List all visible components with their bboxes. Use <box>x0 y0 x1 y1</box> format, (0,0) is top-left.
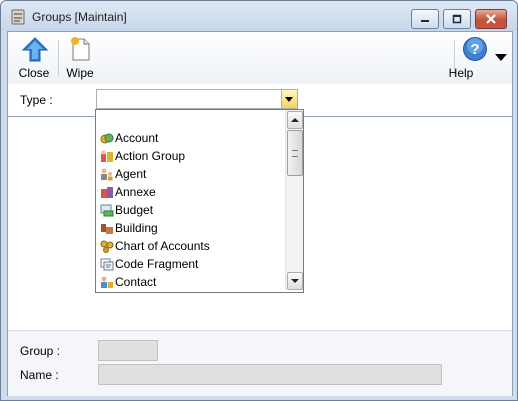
code-fragment-icon <box>100 258 114 271</box>
contact-icon <box>101 276 113 288</box>
dropdown-scrollbar[interactable] <box>285 110 303 290</box>
groups-app-icon <box>10 9 26 25</box>
window-title: Groups [Maintain] <box>32 10 127 24</box>
dropdown-item-action-group[interactable]: Action Group <box>98 148 284 165</box>
type-label: Type : <box>20 93 53 107</box>
type-dropdown-list[interactable]: Account Action Group Agent Annexe Budget… <box>95 109 304 293</box>
close-window-button[interactable] <box>475 9 507 29</box>
up-arrow-icon <box>22 37 48 62</box>
minimize-icon <box>421 20 429 22</box>
help-icon: ? <box>463 37 487 61</box>
chart-of-accounts-icon <box>100 240 114 253</box>
budget-icon <box>100 204 114 217</box>
details-panel: Group : Name : <box>8 330 512 396</box>
dropdown-item-agent[interactable]: Agent <box>98 166 284 183</box>
dropdown-item-account[interactable]: Account <box>98 130 284 147</box>
annexe-icon <box>101 187 113 198</box>
help-button[interactable]: ? Help <box>448 32 502 82</box>
close-icon <box>486 14 496 24</box>
close-button-label: Close <box>18 66 50 80</box>
dropdown-item-annexe[interactable]: Annexe <box>98 184 284 201</box>
type-combobox[interactable] <box>96 89 298 109</box>
name-label: Name : <box>20 368 59 382</box>
title-bar[interactable]: Groups [Maintain] <box>1 1 517 31</box>
wipe-button[interactable]: Wipe <box>58 32 102 82</box>
scroll-thumb[interactable] <box>287 130 303 176</box>
new-document-icon <box>71 37 90 61</box>
name-field <box>98 364 442 385</box>
group-label: Group : <box>20 344 61 358</box>
help-dropdown-arrow-icon[interactable] <box>495 54 507 61</box>
client-area: Close Wipe ? Help Type: Account Action … <box>7 31 513 396</box>
action-group-icon <box>101 150 113 162</box>
building-icon <box>101 224 113 234</box>
toolbar: Close Wipe ? Help <box>8 32 512 85</box>
minimize-button[interactable] <box>411 9 439 29</box>
type-dropdown-arrow-icon[interactable] <box>281 90 297 108</box>
help-button-label: Help <box>448 66 474 80</box>
svg-text:?: ? <box>470 41 479 58</box>
dropdown-item-budget[interactable]: Budget <box>98 202 284 219</box>
account-icon <box>100 133 114 144</box>
close-button[interactable]: Close <box>10 32 58 82</box>
agent-icon <box>101 168 113 181</box>
dropdown-item-chart-of-accounts[interactable]: Chart of Accounts <box>98 238 284 255</box>
scroll-up-icon[interactable] <box>287 111 303 129</box>
scroll-down-icon[interactable] <box>287 272 303 290</box>
group-field <box>98 340 158 361</box>
maximize-icon <box>452 14 462 24</box>
dropdown-item-code-fragment[interactable]: Code Fragment <box>98 256 284 273</box>
groups-maintain-window: Groups [Maintain] Close Wipe ? Help Type… <box>0 0 518 401</box>
dropdown-item-contact[interactable]: Contact <box>98 274 284 291</box>
maximize-button[interactable] <box>443 9 471 29</box>
dropdown-item-building[interactable]: Building <box>98 220 284 237</box>
wipe-button-label: Wipe <box>66 66 94 80</box>
